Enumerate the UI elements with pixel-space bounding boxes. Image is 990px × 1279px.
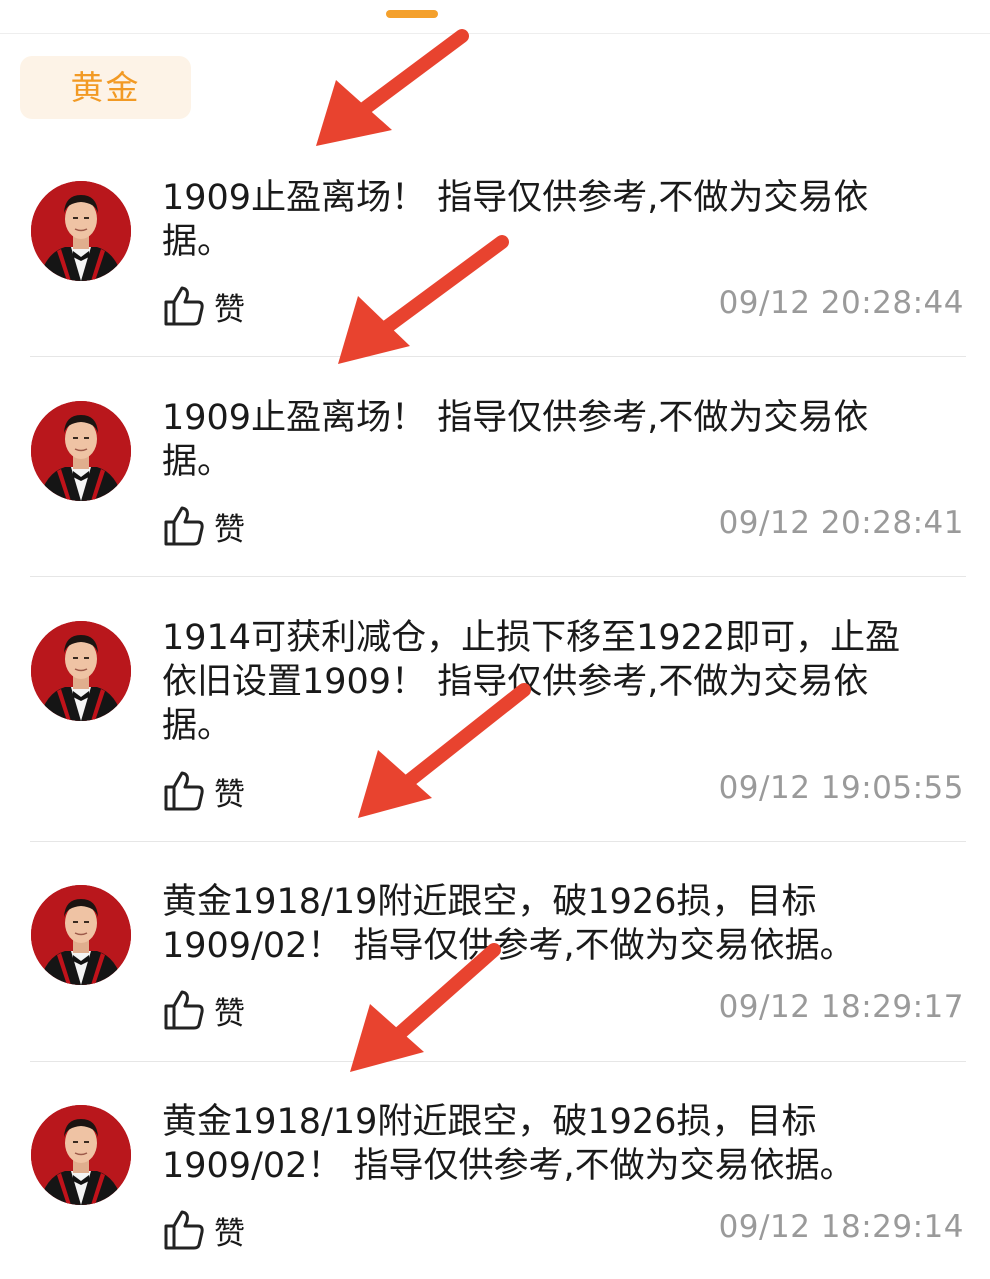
post-divider [30,576,966,577]
post-text: 1914可获利减仓，止损下移至1922即可，止盈 依旧设置1909！ 指导仅供参… [162,618,901,746]
avatar[interactable] [31,181,131,281]
post-text: 1909止盈离场！ 指导仅供参考,不做为交易依 据。 [162,398,869,482]
avatar-photo [31,1105,131,1205]
like-label: 赞 [214,1215,245,1252]
post-feed: 1909止盈离场！ 指导仅供参考,不做为交易依 据。 赞 09/12 20:28… [0,0,990,1279]
avatar[interactable] [31,401,131,501]
like-label: 赞 [214,511,245,548]
post-text: 1909止盈离场！ 指导仅供参考,不做为交易依 据。 [162,178,869,262]
like-button[interactable]: 赞 [162,988,245,1032]
like-button[interactable]: 赞 [162,504,245,548]
thumbs-up-icon [164,1210,204,1250]
thumbs-up-icon [164,990,204,1030]
post-timestamp: 09/12 20:28:41 [718,505,964,541]
post-timestamp: 09/12 20:28:44 [718,285,964,321]
like-label: 赞 [214,995,245,1032]
avatar[interactable] [31,885,131,985]
post-timestamp: 09/12 18:29:14 [718,1209,964,1245]
avatar-photo [31,885,131,985]
avatar[interactable] [31,621,131,721]
avatar-photo [31,621,131,721]
post-text: 黄金1918/19附近跟空，破1926损，目标 1909/02！ 指导仅供参考,… [162,1102,855,1186]
post-timestamp: 09/12 19:05:55 [718,770,964,806]
thumbs-up-icon [164,286,204,326]
post-divider [30,841,966,842]
like-label: 赞 [214,291,245,328]
post-divider [30,356,966,357]
avatar[interactable] [31,1105,131,1205]
thumbs-up-icon [164,771,204,811]
like-button[interactable]: 赞 [162,284,245,328]
post-text: 黄金1918/19附近跟空，破1926损，目标 1909/02！ 指导仅供参考,… [162,882,855,966]
thumbs-up-icon [164,506,204,546]
post-divider [30,1061,966,1062]
like-button[interactable]: 赞 [162,1208,245,1252]
avatar-photo [31,401,131,501]
avatar-photo [31,181,131,281]
post-timestamp: 09/12 18:29:17 [718,989,964,1025]
like-label: 赞 [214,776,245,813]
like-button[interactable]: 赞 [162,769,245,813]
